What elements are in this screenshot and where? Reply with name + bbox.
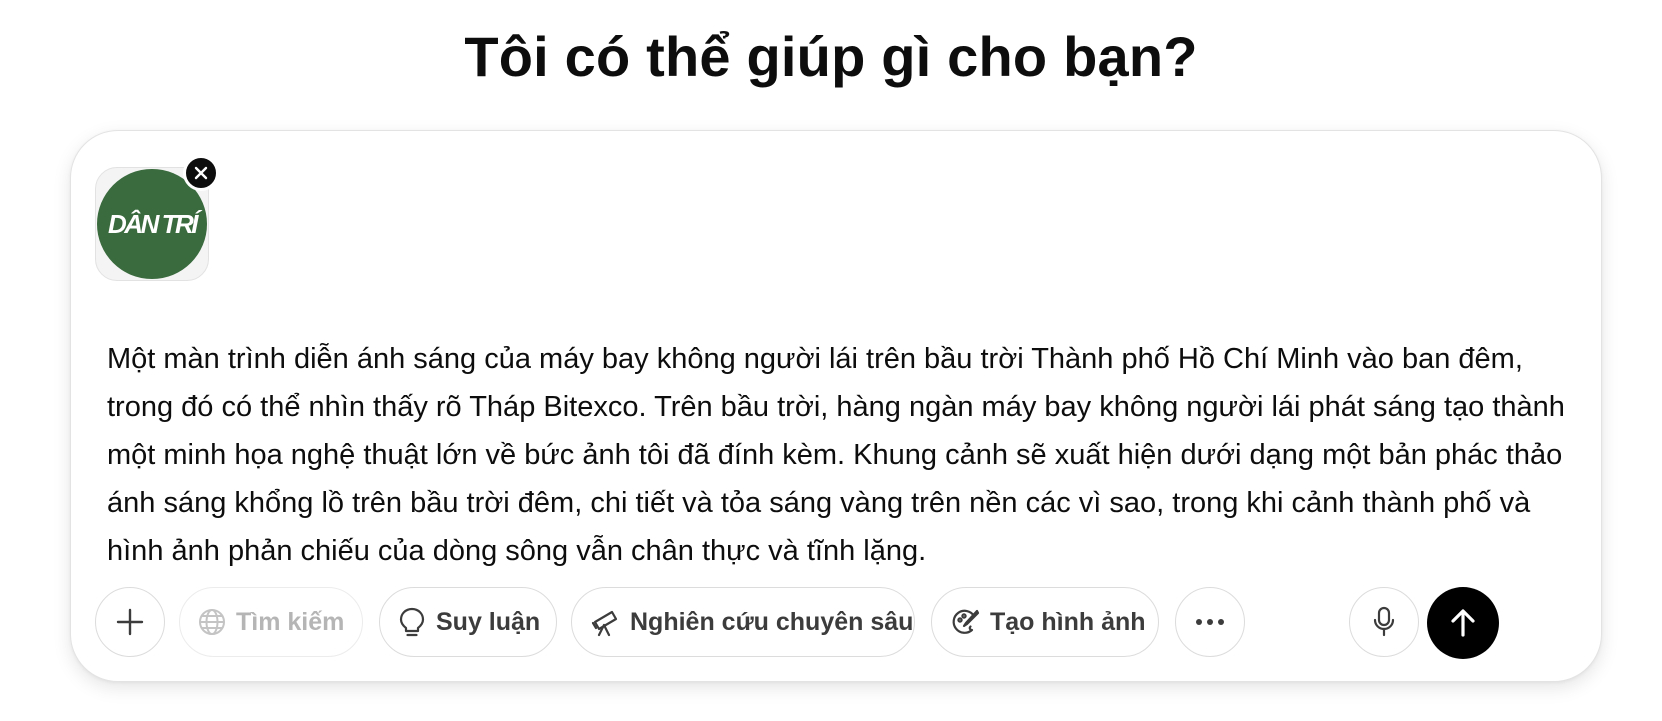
deep-research-label: Nghiên cứu chuyên sâu	[630, 607, 914, 636]
composer-toolbar: Tìm kiếm Suy luận Nghiên cứu chuyên sâu	[95, 587, 1579, 659]
prompt-composer: DÂN TRÍ Một màn trình diễn ánh sáng của …	[70, 130, 1602, 682]
send-button[interactable]	[1427, 587, 1499, 659]
reason-button[interactable]: Suy luận	[379, 587, 557, 657]
ellipsis-icon	[1196, 619, 1224, 625]
prompt-input[interactable]: Một màn trình diễn ánh sáng của máy bay …	[107, 335, 1577, 575]
globe-icon	[198, 607, 226, 637]
page-title: Tôi có thể giúp gì cho bạn?	[464, 25, 1198, 88]
voice-input-button[interactable]	[1349, 587, 1419, 657]
remove-attachment-button[interactable]	[183, 155, 219, 191]
arrow-up-icon	[1451, 609, 1475, 637]
create-image-button[interactable]: Tạo hình ảnh	[931, 587, 1159, 657]
close-icon	[194, 166, 208, 180]
create-image-label: Tạo hình ảnh	[990, 607, 1146, 636]
deep-research-button[interactable]: Nghiên cứu chuyên sâu	[571, 587, 915, 657]
microphone-icon	[1373, 606, 1395, 637]
reason-label: Suy luận	[436, 607, 541, 636]
search-label: Tìm kiếm	[236, 607, 345, 636]
telescope-icon	[590, 607, 620, 637]
palette-icon	[950, 607, 980, 637]
add-attachment-button[interactable]	[95, 587, 165, 657]
lightbulb-icon	[398, 607, 426, 637]
more-options-button[interactable]	[1175, 587, 1245, 657]
search-button[interactable]: Tìm kiếm	[179, 587, 363, 657]
plus-icon	[116, 608, 144, 636]
